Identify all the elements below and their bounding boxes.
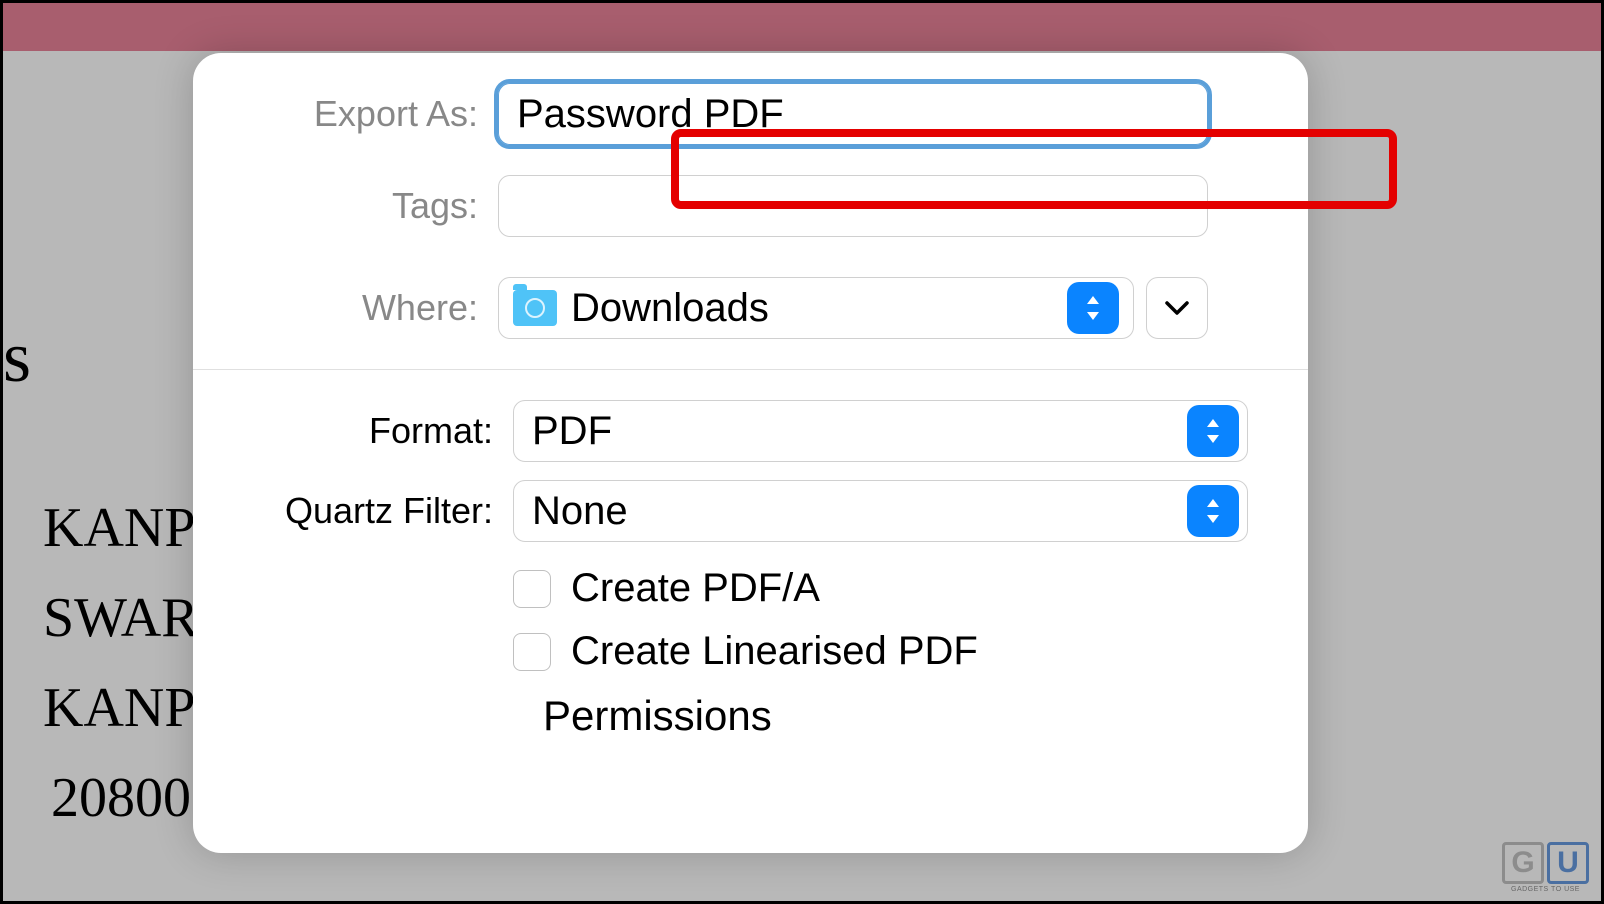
watermark-g-icon: G	[1502, 842, 1544, 884]
stepper-icon	[1067, 282, 1119, 334]
bg-text-fragment: s	[3, 316, 31, 399]
permissions-label: Permissions	[543, 692, 772, 739]
where-value: Downloads	[571, 286, 1053, 331]
bg-text-fragment: KANP	[43, 676, 195, 740]
linearised-checkbox[interactable]	[513, 633, 551, 671]
quartz-filter-label: Quartz Filter:	[253, 490, 513, 532]
tags-input[interactable]	[498, 175, 1208, 237]
disclosure-button[interactable]	[1146, 277, 1208, 339]
quartz-filter-value: None	[532, 489, 628, 534]
export-as-label: Export As:	[293, 93, 498, 135]
format-select[interactable]: PDF	[513, 400, 1248, 462]
stepper-icon	[1187, 405, 1239, 457]
tags-row: Tags:	[193, 175, 1308, 237]
quartz-filter-row: Quartz Filter: None	[253, 480, 1248, 542]
pdfa-row: Create PDF/A	[253, 566, 1248, 611]
permissions-button[interactable]: Permissions	[253, 692, 1248, 740]
quartz-filter-select[interactable]: None	[513, 480, 1248, 542]
folder-icon	[513, 290, 557, 326]
format-label: Format:	[253, 410, 513, 452]
bg-text-fragment: KANP	[43, 496, 195, 560]
format-row: Format: PDF	[253, 400, 1248, 462]
export-dialog: Export As: Tags: Where: Downloads	[193, 53, 1308, 853]
tags-label: Tags:	[293, 185, 498, 227]
pdfa-checkbox[interactable]	[513, 570, 551, 608]
divider	[193, 369, 1308, 370]
linearised-row: Create Linearised PDF	[253, 629, 1248, 674]
bg-text-fragment: SWAR	[43, 586, 199, 650]
stepper-icon	[1187, 485, 1239, 537]
export-as-input[interactable]	[498, 83, 1208, 145]
where-label: Where:	[293, 287, 498, 329]
pdfa-label: Create PDF/A	[571, 566, 820, 611]
format-value: PDF	[532, 409, 612, 454]
window-frame: s KANP SWAR KANP 208002 Export As: Tags:…	[3, 3, 1601, 901]
linearised-label: Create Linearised PDF	[571, 629, 978, 674]
where-row: Where: Downloads	[193, 277, 1308, 339]
watermark: G U GADGETS TO USE	[1502, 842, 1589, 893]
watermark-u-icon: U	[1547, 842, 1589, 884]
where-select[interactable]: Downloads	[498, 277, 1134, 339]
watermark-text: GADGETS TO USE	[1511, 886, 1580, 893]
export-as-row: Export As:	[193, 83, 1308, 145]
chevron-down-icon	[1164, 300, 1190, 316]
